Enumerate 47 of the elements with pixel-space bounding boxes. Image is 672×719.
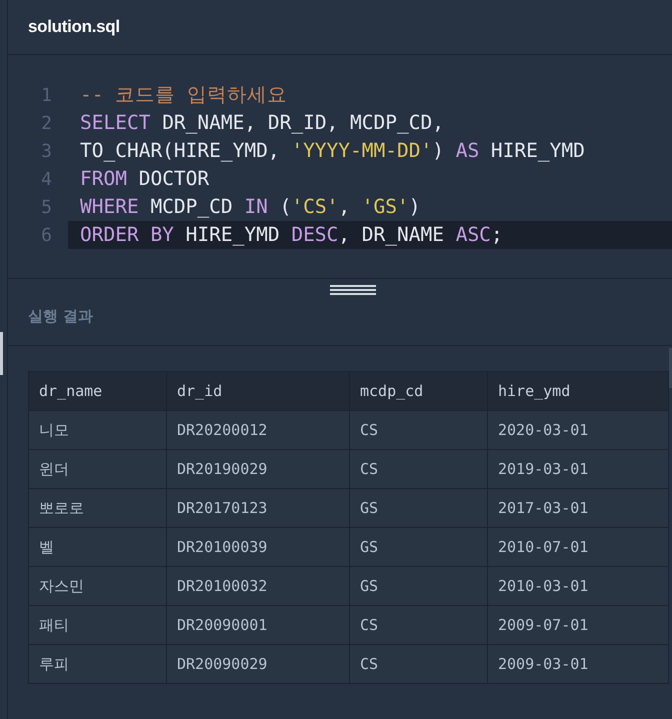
table-cell: 2009-03-01 — [488, 644, 668, 684]
scroll-thumb[interactable] — [0, 332, 3, 375]
table-cell: 2010-03-01 — [488, 566, 668, 606]
table-cell: 2020-03-01 — [488, 410, 668, 450]
code-line: -- 코드를 입력하세요 — [79, 82, 288, 108]
table-cell: 니모 — [28, 410, 166, 450]
table-cell: GS — [350, 528, 488, 566]
table-cell: GS — [350, 566, 488, 606]
table-cell: 윈더 — [28, 450, 166, 488]
line-number: 4 — [40, 168, 53, 190]
table-cell: 2019-03-01 — [488, 450, 668, 488]
code-line: TO_CHAR(HIRE_YMD, 'YYYY-MM-DD') AS HIRE_YMD — [79, 138, 586, 164]
table-cell: 루피 — [28, 644, 166, 684]
table-cell: 패티 — [28, 606, 166, 644]
table-cell: DR20170123 — [166, 488, 350, 528]
table-cell: 2017-03-01 — [488, 488, 668, 528]
column-header: dr_name — [28, 372, 166, 410]
code-line: WHERE MCDP_CD IN ('CS', 'GS') — [79, 194, 422, 220]
table-cell: CS — [350, 644, 488, 684]
line-number: 3 — [40, 140, 53, 162]
table-cell: DR20100032 — [166, 566, 350, 606]
table-cell: 자스민 — [28, 566, 166, 606]
table-cell: DR20090029 — [166, 644, 350, 684]
table-cell: CS — [350, 450, 488, 488]
table-cell: DR20090001 — [166, 606, 350, 644]
line-number: 2 — [40, 112, 53, 134]
code-line: SELECT DR_NAME, DR_ID, MCDP_CD, — [79, 110, 445, 136]
table-cell: DR20100039 — [166, 528, 350, 566]
file-tab[interactable]: solution.sql — [28, 17, 120, 37]
code-line: FROM DOCTOR — [79, 166, 210, 192]
results-title: 실행 결과 — [28, 306, 94, 326]
table-cell: GS — [350, 488, 488, 528]
table-cell: 2010-07-01 — [488, 528, 668, 566]
column-header: hire_ymd — [488, 372, 668, 410]
table-cell: DR20200012 — [166, 410, 350, 450]
table-cell: CS — [350, 606, 488, 644]
table-cell: DR20190029 — [166, 450, 350, 488]
line-number: 5 — [40, 196, 53, 218]
line-number: 1 — [40, 84, 53, 106]
resize-handle-icon[interactable] — [330, 285, 376, 295]
column-header: mcdp_cd — [350, 372, 488, 410]
table-cell: 벨 — [28, 528, 166, 566]
line-number: 6 — [40, 224, 53, 246]
table-cell: CS — [350, 410, 488, 450]
table-cell: 2009-07-01 — [488, 606, 668, 644]
table-cell: 뽀로로 — [28, 488, 166, 528]
column-header: dr_id — [166, 372, 350, 410]
